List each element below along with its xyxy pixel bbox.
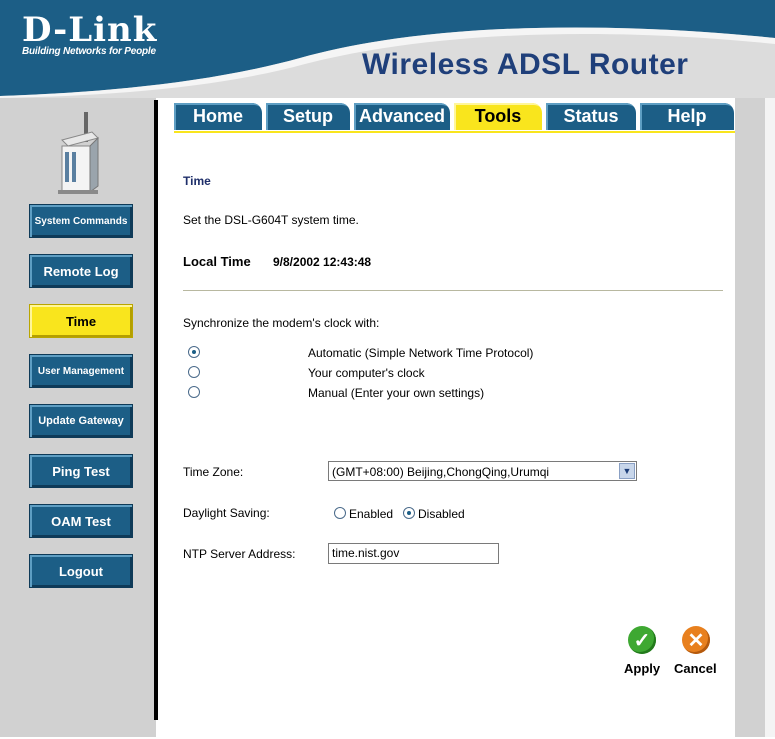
tab-label: Tools: [474, 106, 522, 126]
header: D-Link Building Networks for People Wire…: [0, 0, 775, 98]
daylight-radio-disabled[interactable]: [403, 507, 415, 519]
page-title: Time: [183, 174, 211, 188]
sidebar-item-user-management[interactable]: User Management: [29, 354, 133, 388]
tab-label: Home: [192, 106, 243, 126]
main-tabs: Home Setup Advanced Tools Status Help: [174, 103, 734, 131]
apply-button[interactable]: Apply: [624, 661, 660, 676]
sync-option-label: Automatic (Simple Network Time Protocol): [308, 346, 534, 360]
sidebar-item-time[interactable]: Time: [29, 304, 133, 338]
tab-label: Setup: [282, 106, 333, 126]
x-icon[interactable]: ✕: [682, 626, 710, 654]
sync-label: Synchronize the modem's clock with:: [183, 316, 380, 330]
tab-label: Help: [667, 106, 707, 126]
page-description: Set the DSL-G604T system time.: [183, 213, 359, 227]
sidebar-item-remote-log[interactable]: Remote Log: [29, 254, 133, 288]
sidebar-item-logout[interactable]: Logout: [29, 554, 133, 588]
chevron-down-icon[interactable]: ▼: [619, 463, 635, 479]
tab-status[interactable]: Status: [546, 103, 636, 130]
sidebar-divider: [154, 100, 158, 720]
daylight-enabled-label: Enabled: [349, 507, 394, 521]
right-edge: [765, 98, 775, 737]
tab-setup[interactable]: Setup: [266, 103, 350, 130]
router-device-icon: [58, 112, 99, 194]
time-zone-label: Time Zone:: [183, 465, 244, 479]
brand-tagline: Building Networks for People: [22, 46, 156, 57]
sidebar-item-label: System Commands: [34, 215, 128, 227]
sidebar-item-label: Time: [65, 313, 97, 329]
daylight-label: Daylight Saving:: [183, 506, 270, 520]
sidebar-item-label: Logout: [58, 563, 104, 579]
ntp-label: NTP Server Address:: [183, 547, 296, 561]
sidebar-item-label: Remote Log: [43, 263, 119, 279]
sidebar-item-ping-test[interactable]: Ping Test: [29, 454, 133, 488]
sidebar-item-oam-test[interactable]: OAM Test: [29, 504, 133, 538]
sidebar-item-system-commands[interactable]: System Commands: [29, 204, 133, 238]
sync-option-label: Manual (Enter your own settings): [308, 386, 485, 400]
cancel-button[interactable]: Cancel: [674, 661, 717, 676]
sidebar-item-label: User Management: [37, 365, 125, 377]
section-divider: [183, 290, 723, 291]
ntp-server-input[interactable]: time.nist.gov: [328, 543, 499, 564]
local-time-value: 9/8/2002 12:43:48: [273, 255, 372, 269]
sidebar-item-label: Update Gateway: [38, 415, 124, 427]
tab-label: Status: [563, 106, 619, 126]
tab-advanced[interactable]: Advanced: [354, 103, 450, 130]
sync-radio-automatic[interactable]: [188, 346, 200, 358]
dlink-logo: D-Link Building Networks for People: [22, 12, 157, 57]
tab-label: Advanced: [358, 106, 446, 126]
tab-home[interactable]: Home: [174, 103, 262, 130]
daylight-radio-enabled[interactable]: [334, 507, 346, 519]
daylight-disabled-label: Disabled: [418, 507, 465, 521]
product-title: Wireless ADSL Router: [362, 48, 689, 81]
sidebar-item-label: Ping Test: [52, 463, 110, 479]
tab-help[interactable]: Help: [640, 103, 734, 130]
check-icon[interactable]: ✓: [628, 626, 656, 654]
tab-tools[interactable]: Tools: [454, 103, 542, 130]
sync-radio-manual[interactable]: [188, 386, 200, 398]
sync-option-label: Your computer's clock: [308, 366, 425, 380]
sidebar-item-label: OAM Test: [51, 513, 111, 529]
time-zone-select[interactable]: (GMT+08:00) Beijing,ChongQing,Urumqi ▼: [328, 461, 637, 481]
sidebar-item-update-gateway[interactable]: Update Gateway: [29, 404, 133, 438]
brand-name: D-Link: [22, 10, 158, 50]
time-zone-value: (GMT+08:00) Beijing,ChongQing,Urumqi: [332, 465, 550, 479]
local-time-label: Local Time: [183, 254, 251, 269]
sync-radio-computer[interactable]: [188, 366, 200, 378]
